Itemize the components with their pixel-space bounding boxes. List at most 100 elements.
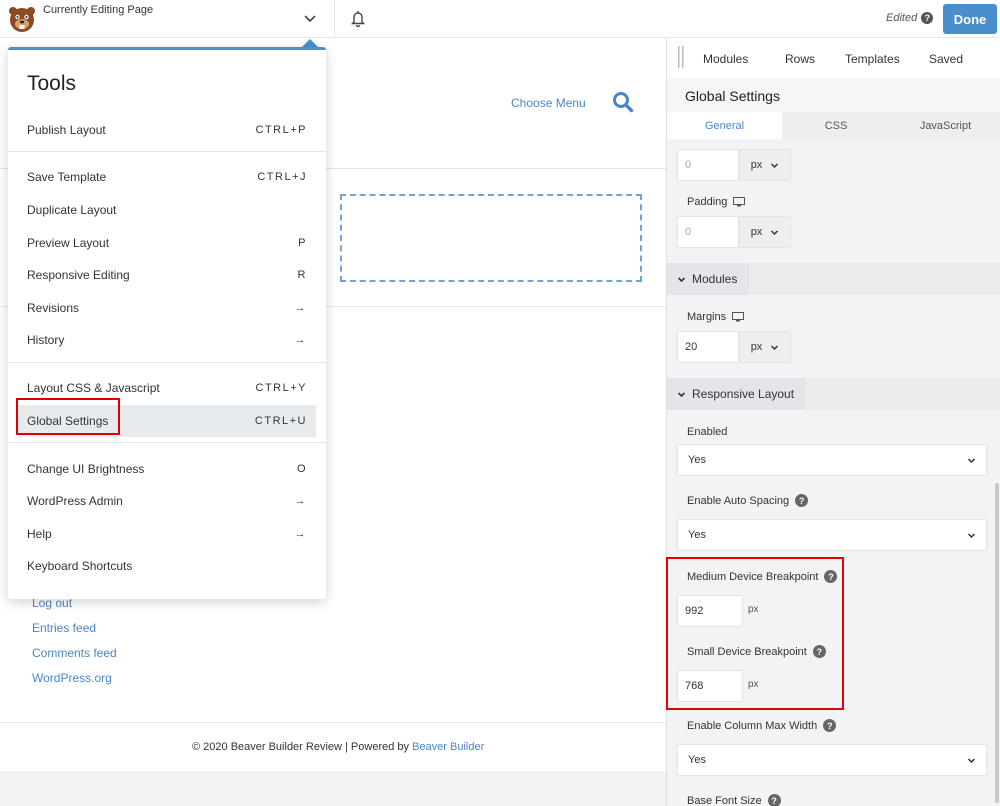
- auto-spacing-select[interactable]: Yes: [677, 519, 987, 551]
- tool-shortcut: R: [297, 269, 307, 281]
- help-icon[interactable]: ?: [767, 794, 781, 806]
- divider: [334, 0, 335, 38]
- unit-label: px: [750, 226, 763, 238]
- highlight-breakpoints: [666, 557, 844, 710]
- select-value: Yes: [688, 529, 706, 541]
- done-button[interactable]: Done: [943, 4, 997, 34]
- enabled-select[interactable]: Yes: [677, 444, 987, 476]
- padding-input[interactable]: 0: [677, 216, 739, 248]
- drag-handle-icon[interactable]: [678, 46, 684, 68]
- tool-label: Layout CSS & Javascript: [27, 381, 160, 395]
- margins-label-text: Margins: [687, 311, 727, 323]
- divider: [8, 442, 326, 443]
- unit-select[interactable]: px: [739, 331, 791, 363]
- tool-change-ui-brightness[interactable]: Change UI Brightness O: [18, 453, 316, 485]
- arrow-right-icon: →: [294, 334, 307, 346]
- help-icon[interactable]: ?: [795, 494, 809, 507]
- subtab-css[interactable]: CSS: [782, 112, 890, 139]
- divider: [8, 151, 326, 152]
- unit-select[interactable]: px: [739, 216, 791, 248]
- divider: [0, 722, 666, 723]
- enabled-label: Enabled: [687, 426, 728, 438]
- tab-modules[interactable]: Modules: [703, 52, 748, 66]
- subtab-javascript[interactable]: JavaScript: [890, 112, 1000, 139]
- tool-label: Help: [27, 527, 52, 541]
- padding-label: Padding: [687, 196, 746, 208]
- tools-title: Tools: [27, 72, 77, 95]
- module-margins-input[interactable]: 20: [677, 331, 739, 363]
- tool-responsive-editing[interactable]: Responsive Editing R: [18, 259, 316, 291]
- footer-text: © 2020 Beaver Builder Review | Powered b…: [192, 741, 484, 753]
- editing-label: Currently Editing Page: [43, 4, 154, 16]
- panel-scrollbar[interactable]: [995, 483, 999, 803]
- subtab-general[interactable]: General: [667, 112, 782, 139]
- base-font-size-label: Base Font Size ?: [687, 794, 781, 806]
- tool-help[interactable]: Help →: [18, 518, 316, 550]
- tool-wordpress-admin[interactable]: WordPress Admin →: [18, 485, 316, 517]
- chevron-down-icon: [967, 457, 976, 463]
- modules-section: Modules: [667, 263, 1000, 295]
- wordpress-org-link[interactable]: WordPress.org: [32, 670, 117, 695]
- panel-title: Global Settings: [685, 88, 780, 104]
- margins-label: Margins: [687, 311, 745, 323]
- tool-history[interactable]: History →: [18, 324, 316, 356]
- tool-shortcut: CTRL+J: [257, 171, 307, 183]
- tool-keyboard-shortcuts[interactable]: Keyboard Shortcuts: [18, 550, 316, 582]
- comments-feed-link[interactable]: Comments feed: [32, 645, 117, 670]
- section-label: Modules: [692, 272, 738, 286]
- entries-feed-link[interactable]: Entries feed: [32, 620, 117, 645]
- footer-copyright: © 2020 Beaver Builder Review | Powered b…: [192, 741, 413, 753]
- tab-saved[interactable]: Saved: [929, 52, 963, 66]
- chevron-down-icon: [771, 229, 779, 235]
- tab-rows[interactable]: Rows: [785, 52, 815, 66]
- drop-zone[interactable]: [340, 194, 642, 282]
- choose-menu-link[interactable]: Choose Menu: [511, 96, 586, 110]
- responsive-section-toggle[interactable]: Responsive Layout: [667, 378, 807, 410]
- search-icon[interactable]: [612, 91, 634, 113]
- tool-label: History: [27, 333, 65, 347]
- tool-label: Revisions: [27, 301, 80, 315]
- tool-label: Publish Layout: [27, 123, 106, 137]
- tool-shortcut: O: [296, 463, 307, 475]
- settings-subtabs: General CSS JavaScript: [667, 112, 1000, 139]
- tool-shortcut: CTRL+P: [255, 124, 307, 136]
- tab-templates[interactable]: Templates: [845, 52, 900, 66]
- tool-duplicate-layout[interactable]: Duplicate Layout: [18, 194, 316, 226]
- column-max-width-select[interactable]: Yes: [677, 744, 987, 776]
- bell-icon[interactable]: [348, 8, 368, 28]
- unit-label: px: [750, 341, 763, 353]
- help-icon[interactable]: ?: [823, 719, 837, 732]
- highlight-global-settings: [16, 398, 120, 435]
- tool-shortcut: CTRL+U: [254, 415, 307, 427]
- select-value: Yes: [688, 754, 706, 766]
- footer-band: [0, 771, 666, 806]
- monitor-icon[interactable]: [732, 312, 745, 322]
- beaver-logo-icon[interactable]: [6, 3, 38, 35]
- chevron-down-icon: [771, 162, 779, 168]
- chevron-down-icon: [677, 391, 686, 397]
- tool-preview-layout[interactable]: Preview Layout P: [18, 227, 316, 259]
- chevron-down-icon[interactable]: [300, 8, 320, 28]
- select-value: Yes: [688, 454, 706, 466]
- edited-label: Edited: [886, 12, 918, 24]
- meta-links: Log out Entries feed Comments feed WordP…: [32, 595, 117, 695]
- row-margin-input[interactable]: 0: [677, 149, 739, 181]
- tool-publish-layout[interactable]: Publish Layout CTRL+P: [18, 114, 316, 146]
- beaver-builder-link[interactable]: Beaver Builder: [412, 741, 484, 753]
- tool-label: Keyboard Shortcuts: [27, 559, 133, 573]
- edited-status[interactable]: Edited ?: [886, 12, 934, 24]
- column-max-width-label-text: Enable Column Max Width: [687, 719, 818, 732]
- responsive-layout-section: Responsive Layout: [667, 378, 1000, 410]
- panel-tabs: Modules Rows Templates Saved: [667, 38, 1000, 78]
- tool-shortcut: CTRL+Y: [255, 382, 307, 394]
- modules-section-toggle[interactable]: Modules: [667, 263, 750, 295]
- monitor-icon[interactable]: [733, 197, 746, 207]
- arrow-right-icon: →: [294, 495, 307, 507]
- tool-save-template[interactable]: Save Template CTRL+J: [18, 161, 316, 193]
- tool-revisions[interactable]: Revisions →: [18, 292, 316, 324]
- unit-select[interactable]: px: [739, 149, 791, 181]
- auto-spacing-label-text: Enable Auto Spacing: [687, 494, 790, 507]
- unit-label: px: [750, 159, 763, 171]
- help-icon[interactable]: ?: [921, 12, 934, 24]
- arrow-right-icon: →: [294, 528, 307, 540]
